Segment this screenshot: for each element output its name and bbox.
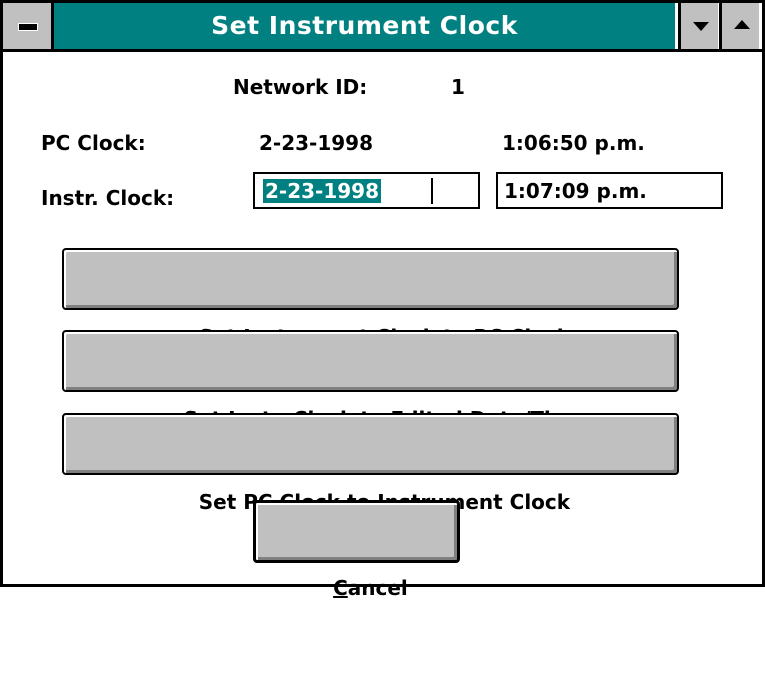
instr-clock-label: Instr. Clock: [41, 186, 175, 210]
instr-date-selected-text: 2-23-1998 [263, 179, 382, 203]
instr-date-field[interactable]: 2-23-1998 [253, 172, 480, 209]
instr-time-input[interactable] [498, 174, 721, 207]
minimize-arrow-icon [693, 22, 709, 31]
system-menu-button[interactable] [3, 3, 54, 49]
mnemonic-key: C [333, 576, 348, 600]
set-instrument-clock-to-pc-clock-button[interactable]: Set Instrument Clock to PC Clock [62, 248, 679, 349]
network-id-value: 1 [451, 75, 465, 99]
window-title: Set Instrument Clock [54, 3, 675, 49]
pc-clock-date: 2-23-1998 [259, 131, 374, 155]
set-instr-clock-to-edited-button[interactable]: Set Instr. Clock to Edited Date/Time [62, 330, 679, 431]
title-bar: Set Instrument Clock [3, 3, 762, 52]
instr-time-field[interactable] [496, 172, 723, 209]
text-caret [431, 178, 433, 204]
minimize-button[interactable] [678, 3, 718, 49]
system-menu-icon [18, 23, 38, 31]
cancel-button[interactable]: Cancel [253, 500, 460, 600]
maximize-button[interactable] [719, 3, 759, 49]
dialog-window: Set Instrument Clock Network ID: 1 PC Cl… [0, 0, 765, 600]
button-label: Cancel [333, 560, 408, 617]
button-label-post: ancel [347, 576, 408, 600]
set-pc-clock-to-instrument-clock-button[interactable]: Set PC Clock to Instrument Clock [62, 413, 679, 514]
pc-clock-label: PC Clock: [41, 131, 146, 155]
network-id-label: Network ID: [233, 75, 368, 99]
maximize-arrow-icon [734, 20, 750, 29]
pc-clock-time: 1:06:50 p.m. [502, 131, 645, 155]
